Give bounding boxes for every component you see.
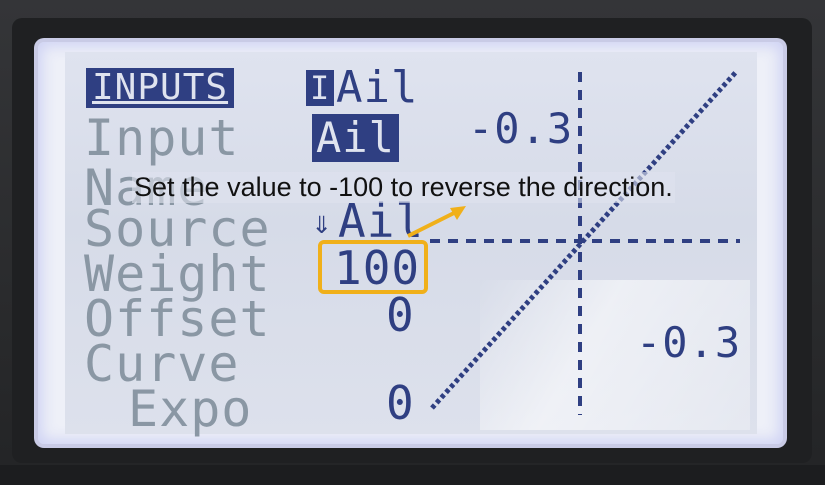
- annotation-arrow: [407, 206, 466, 238]
- bezel-bottom: [0, 465, 825, 485]
- annotation-text: Set the value to -100 to reverse the dir…: [132, 172, 675, 203]
